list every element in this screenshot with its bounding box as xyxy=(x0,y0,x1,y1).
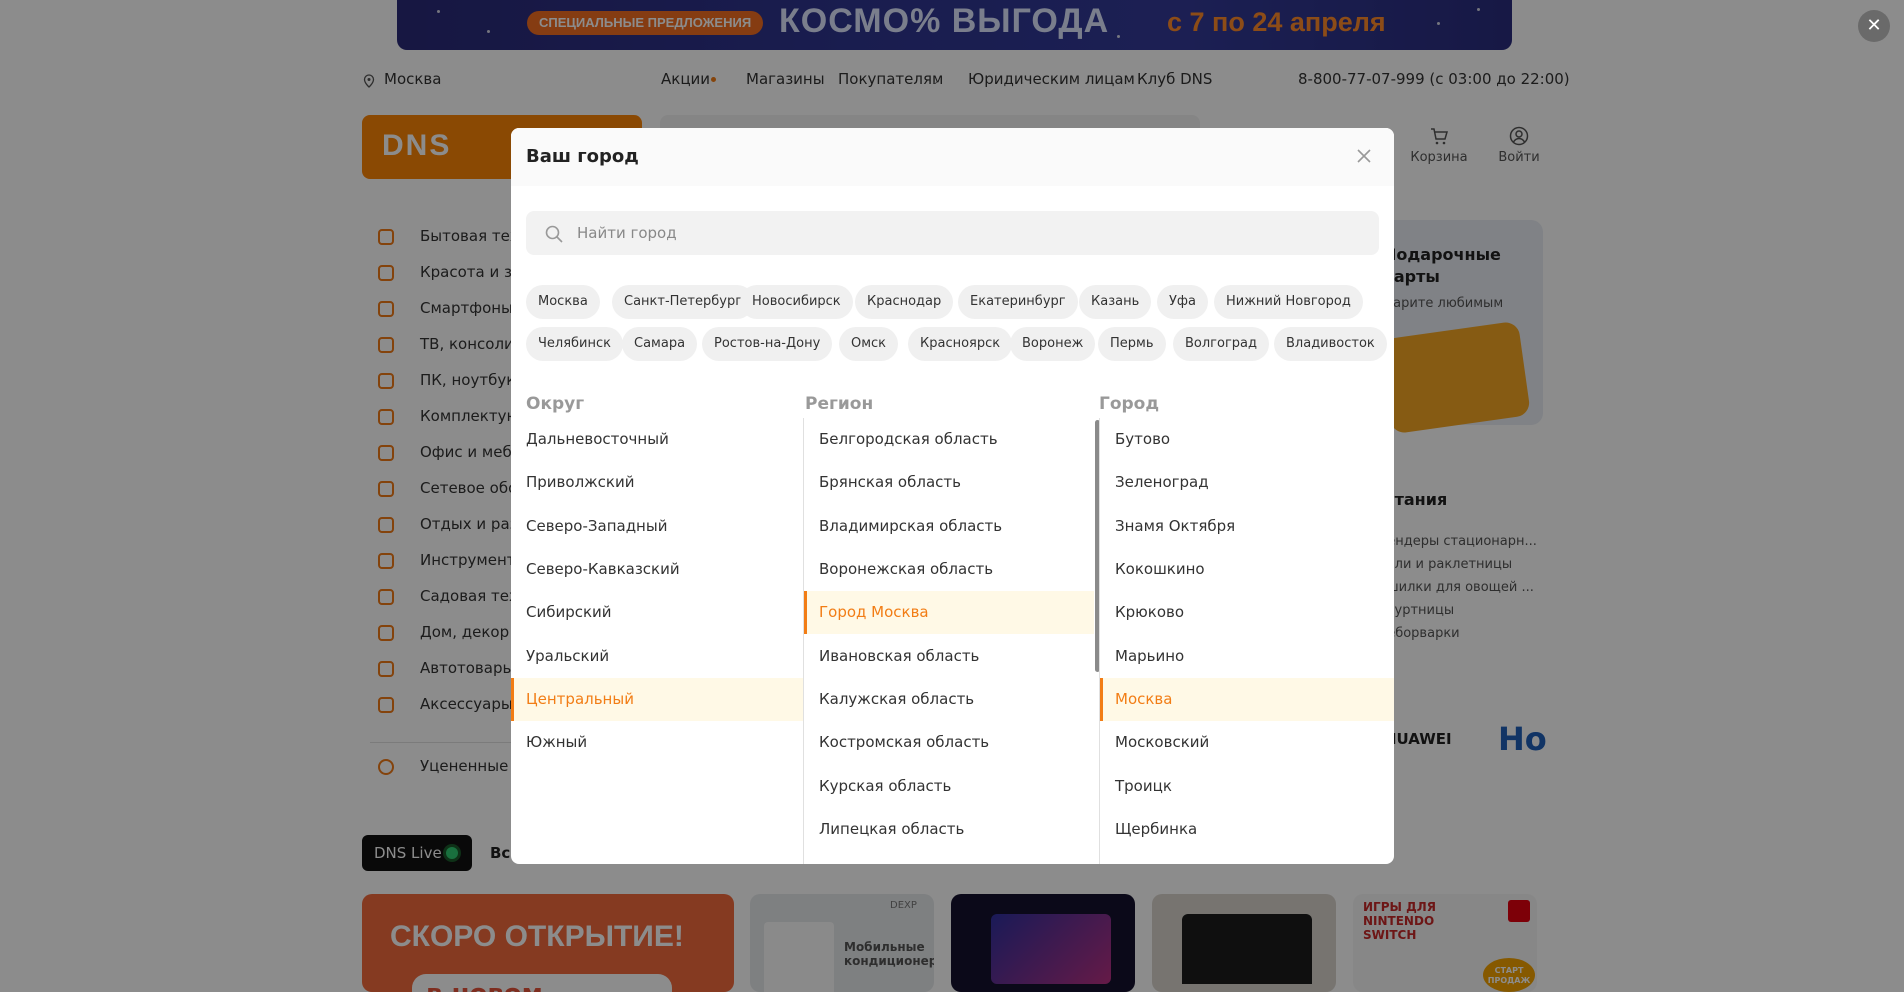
city-item[interactable]: Щербинка xyxy=(1100,808,1394,851)
okrug-item-selected[interactable]: Центральный xyxy=(511,678,803,721)
city-chip[interactable]: Пермь xyxy=(1098,327,1166,361)
column-header-city: Город xyxy=(1099,394,1160,414)
modal-header: Ваш город xyxy=(511,128,1394,186)
region-item[interactable]: Ивановская область xyxy=(804,635,1094,678)
city-chip[interactable]: Краснодар xyxy=(855,285,954,319)
region-item[interactable]: Липецкая область xyxy=(804,808,1094,851)
city-chip[interactable]: Владивосток xyxy=(1274,327,1387,361)
city-chip[interactable]: Уфа xyxy=(1157,285,1209,319)
city-search-input[interactable] xyxy=(526,211,1379,255)
city-item[interactable]: Зеленоград xyxy=(1100,461,1394,504)
okrug-item[interactable]: Северо-Западный xyxy=(511,505,803,548)
column-header-region: Регион xyxy=(805,394,874,414)
city-chip[interactable]: Ростов-на-Дону xyxy=(702,327,833,361)
region-item-selected[interactable]: Город Москва xyxy=(804,591,1094,634)
city-chip[interactable]: Казань xyxy=(1079,285,1152,319)
region-item[interactable]: Калужская область xyxy=(804,678,1094,721)
city-chip[interactable]: Нижний Новгород xyxy=(1214,285,1363,319)
city-item[interactable]: Московский xyxy=(1100,721,1394,764)
region-item[interactable]: Владимирская область xyxy=(804,505,1094,548)
okrug-item[interactable]: Южный xyxy=(511,721,803,764)
city-chip[interactable]: Екатеринбург xyxy=(958,285,1078,319)
overlay-close-button[interactable]: ✕ xyxy=(1858,10,1890,42)
city-item[interactable]: Крюково xyxy=(1100,591,1394,634)
city-item[interactable]: Марьино xyxy=(1100,635,1394,678)
city-chip[interactable]: Воронеж xyxy=(1010,327,1096,361)
city-chip[interactable]: Красноярск xyxy=(908,327,1013,361)
city-chip[interactable]: Санкт-Петербург xyxy=(612,285,755,319)
region-item[interactable]: Воронежская область xyxy=(804,548,1094,591)
region-item[interactable]: Белгородская область xyxy=(804,418,1094,461)
okrug-item[interactable]: Сибирский xyxy=(511,591,803,634)
city-chip[interactable]: Самара xyxy=(622,327,698,361)
okrug-item[interactable]: Приволжский xyxy=(511,461,803,504)
city-chip[interactable]: Челябинск xyxy=(526,327,624,361)
region-item[interactable]: Курская область xyxy=(804,765,1094,808)
city-item[interactable]: Знамя Октября xyxy=(1100,505,1394,548)
city-item-selected[interactable]: Москва xyxy=(1100,678,1394,721)
column-header-okrug: Округ xyxy=(526,394,585,414)
city-item[interactable]: Бутово xyxy=(1100,418,1394,461)
city-chip[interactable]: Москва xyxy=(526,285,600,319)
modal-title: Ваш город xyxy=(526,146,639,167)
city-chip[interactable]: Омск xyxy=(839,327,899,361)
okrug-item[interactable]: Дальневосточный xyxy=(511,418,803,461)
city-select-modal: Ваш город Москва Санкт-Петербург Новосиб… xyxy=(511,128,1394,864)
okrug-item[interactable]: Северо-Кавказский xyxy=(511,548,803,591)
region-item[interactable]: Брянская область xyxy=(804,461,1094,504)
city-item[interactable]: Троицк xyxy=(1100,765,1394,808)
city-chip[interactable]: Новосибирск xyxy=(740,285,853,319)
close-icon[interactable] xyxy=(1354,146,1374,166)
okrug-item[interactable]: Уральский xyxy=(511,635,803,678)
city-item[interactable]: Кокошкино xyxy=(1100,548,1394,591)
region-item[interactable]: Костромская область xyxy=(804,721,1094,764)
city-chip[interactable]: Волгоград xyxy=(1173,327,1270,361)
